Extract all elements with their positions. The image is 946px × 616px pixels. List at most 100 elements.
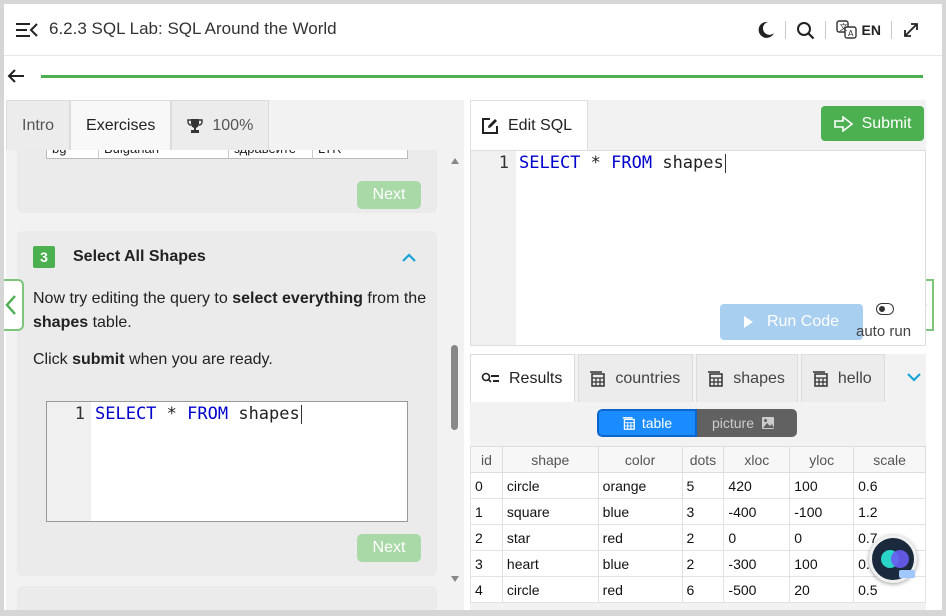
next-button[interactable]: Next [357, 181, 421, 209]
tab-score[interactable]: 100% [171, 100, 270, 150]
line-number: 1 [498, 153, 509, 173]
instruction-text: table. [88, 314, 132, 331]
table-cell: 5 [681, 472, 725, 499]
column-header[interactable]: shape [501, 446, 599, 473]
table-cell: 0 [789, 524, 855, 551]
expand-icon [904, 23, 918, 37]
svg-text:文: 文 [839, 22, 847, 32]
run-code-button[interactable]: Run Code [720, 304, 863, 340]
next-button[interactable]: Next [357, 534, 421, 562]
table-cell: 4 [470, 576, 503, 603]
exercise-card-previous: bg Bulgarian здравейте LTR Next [17, 150, 437, 213]
query-results-icon [481, 372, 499, 383]
fullscreen-button[interactable] [902, 17, 920, 43]
column-header[interactable]: dots [681, 446, 725, 473]
scrollbar-thumb[interactable] [451, 345, 458, 430]
column-header[interactable]: xloc [723, 446, 791, 473]
step-instructions: Now try editing the query to select ever… [33, 287, 428, 335]
tab-label: countries [615, 369, 681, 387]
sql-code-editor[interactable]: 1 SELECT * FROM shapes Run Code auto run [470, 150, 926, 346]
tab-edit-sql[interactable]: Edit SQL [470, 100, 588, 150]
instruction-emphasis: submit [72, 351, 125, 368]
sql-keyword: FROM [187, 404, 229, 424]
back-arrow-icon[interactable] [6, 66, 26, 86]
table-cell: heart [501, 550, 599, 577]
tab-shapes[interactable]: shapes [696, 354, 798, 402]
view-picture-button[interactable]: picture [697, 409, 797, 437]
column-header[interactable]: scale [853, 446, 926, 473]
menu-collapse-icon[interactable] [16, 20, 38, 40]
instruction-tabs: Intro Exercises 100% [6, 100, 464, 150]
table-cell: 100 [789, 472, 855, 499]
table-cell: 100 [789, 550, 855, 577]
tab-hello[interactable]: hello [800, 354, 885, 402]
exercise-list[interactable]: bg Bulgarian здравейте LTR Next 3 Select… [6, 150, 464, 610]
table-cell: -300 [723, 550, 791, 577]
submit-arrow-icon [833, 115, 853, 132]
scroll-down-arrow-icon[interactable] [451, 576, 459, 582]
chevron-left-icon [5, 295, 16, 315]
submit-label: Submit [861, 114, 912, 132]
progress-bar-fill [41, 75, 923, 78]
column-header[interactable]: yloc [789, 446, 855, 473]
column-header[interactable]: color [597, 446, 683, 473]
auto-run-label: auto run [856, 323, 912, 340]
moon-icon [758, 21, 774, 38]
tab-results[interactable]: Results [470, 354, 576, 402]
tab-exercises[interactable]: Exercises [70, 100, 172, 150]
tab-label: shapes [733, 369, 785, 387]
submit-button[interactable]: Submit [821, 106, 924, 141]
step-code-editor[interactable]: 1 SELECT * FROM shapes [46, 401, 408, 522]
header-divider [891, 21, 892, 39]
language-button[interactable]: 文 A EN [835, 17, 881, 43]
sql-token: shapes [652, 153, 724, 173]
table-icon [590, 370, 606, 387]
table-cell: red [597, 576, 683, 603]
dark-mode-button[interactable] [757, 17, 775, 43]
step-number-badge: 3 [33, 246, 55, 268]
table-row: 1 square blue 3 -400 -100 1.2 [470, 498, 926, 525]
table-cell: -100 [789, 498, 855, 525]
table-cell: 0.6 [853, 472, 926, 499]
table-cell: square [501, 498, 599, 525]
exercise-card-step-3: 3 Select All Shapes Now try editing the … [17, 231, 437, 576]
line-gutter [471, 151, 516, 345]
table-cell: 20 [789, 576, 855, 603]
results-tabs: Results countries shapes hello [470, 354, 926, 402]
trophy-icon [187, 118, 204, 133]
table-cell: Bulgarian [99, 150, 229, 158]
tab-label: Intro [22, 116, 55, 134]
chevron-up-icon[interactable] [401, 251, 417, 263]
previous-page-button[interactable] [4, 279, 24, 331]
scroll-up-arrow-icon[interactable] [451, 158, 459, 164]
assistant-logo-icon [891, 550, 909, 568]
column-header[interactable]: id [470, 446, 503, 473]
language-label: EN [861, 22, 881, 38]
auto-run-toggle[interactable] [876, 303, 894, 315]
progress-bar [41, 75, 923, 78]
table-cell: 1 [470, 498, 503, 525]
results-table: id shape color dots xloc yloc scale 0 cir… [470, 446, 926, 603]
table-cell: здравейте [229, 150, 313, 158]
table-cell: 2 [681, 524, 725, 551]
tab-intro[interactable]: Intro [6, 100, 71, 150]
chevron-down-icon[interactable] [906, 370, 922, 384]
sql-token: * [580, 153, 612, 173]
run-code-label: Run Code [766, 313, 840, 330]
editor-toolbar: Submit [588, 100, 926, 150]
step-title: Select All Shapes [73, 248, 206, 265]
tab-countries[interactable]: countries [578, 354, 694, 402]
table-cell: 2 [470, 524, 503, 551]
table-cell: bg [47, 150, 99, 158]
assistant-chat-button[interactable] [869, 535, 917, 583]
text-cursor [724, 153, 726, 173]
instruction-text: Click [33, 351, 73, 368]
table-cell: 0 [723, 524, 791, 551]
search-button[interactable] [796, 17, 815, 43]
table-icon [708, 370, 724, 387]
header-actions: 文 A EN [757, 17, 920, 43]
view-table-button[interactable]: table [597, 409, 697, 437]
table-icon [622, 416, 635, 430]
table-cell: 3 [470, 550, 503, 577]
scrollbar[interactable] [447, 150, 462, 610]
